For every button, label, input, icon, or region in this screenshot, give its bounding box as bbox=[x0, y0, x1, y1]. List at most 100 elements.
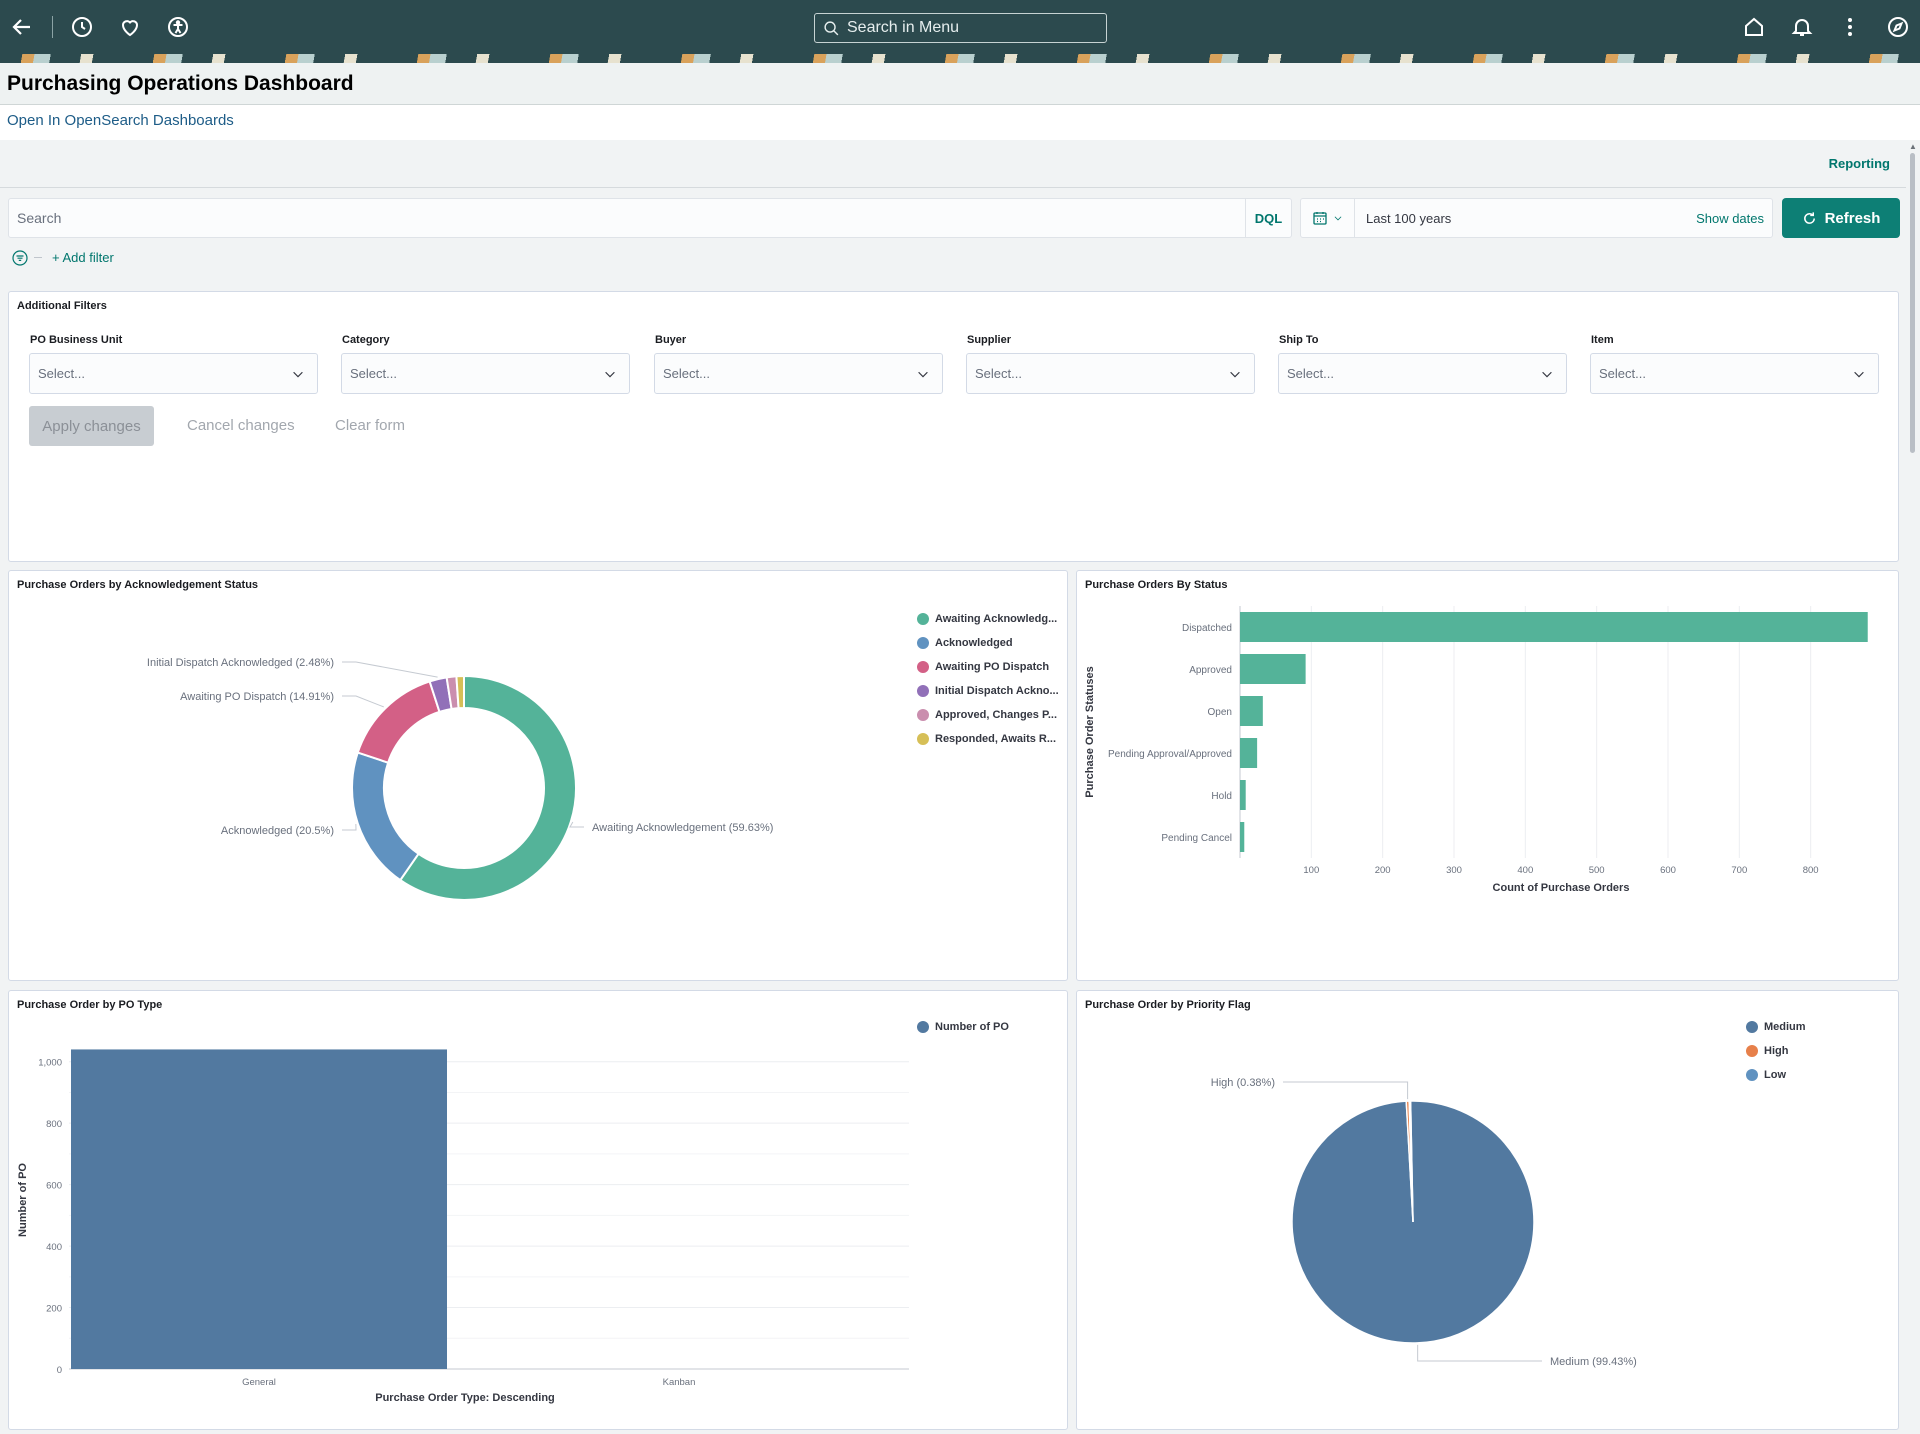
ship-to-select[interactable]: Select... bbox=[1278, 353, 1567, 394]
legend-item[interactable]: High bbox=[1746, 1039, 1806, 1063]
dql-button[interactable]: DQL bbox=[1245, 199, 1291, 237]
legend-item[interactable]: Approved, Changes P... bbox=[917, 703, 1059, 727]
x-tick-label: 800 bbox=[1803, 865, 1819, 876]
select-placeholder: Select... bbox=[663, 366, 710, 381]
y-axis-title: Number of PO bbox=[17, 1163, 29, 1237]
x-tick-label: 500 bbox=[1589, 865, 1605, 876]
legend-item[interactable]: Medium bbox=[1746, 1015, 1806, 1039]
quick-date-menu-button[interactable] bbox=[1301, 199, 1355, 237]
filter-label-category: Category bbox=[342, 334, 390, 346]
slice-label: Initial Dispatch Acknowledged (2.48%) bbox=[147, 657, 334, 669]
page-title: Purchasing Operations Dashboard bbox=[7, 72, 354, 95]
x-tick-label: 400 bbox=[1517, 865, 1533, 876]
clear-form-button[interactable]: Clear form bbox=[335, 417, 405, 434]
legend-item[interactable]: Low bbox=[1746, 1063, 1806, 1087]
po-type-bar-chart: 0 200 400 600 800 1,000 General Kanban Purchase … bbox=[17, 1049, 909, 1404]
y-tick-label: Dispatched bbox=[1182, 623, 1232, 634]
bar bbox=[1240, 822, 1245, 852]
more-icon[interactable] bbox=[1836, 13, 1864, 41]
legend-label: Awaiting PO Dispatch bbox=[935, 661, 1050, 673]
legend-swatch bbox=[917, 637, 929, 649]
legend-item[interactable]: Acknowledged bbox=[917, 631, 1059, 655]
slice-label: Awaiting Acknowledgement (59.63%) bbox=[592, 822, 773, 834]
po-status-bar-chart: 100 200 300 400 500 600 700 800 Dispatched Approv… bbox=[1084, 606, 1868, 894]
legend-item[interactable]: Responded, Awaits R... bbox=[917, 727, 1059, 751]
select-placeholder: Select... bbox=[975, 366, 1022, 381]
slice-leader-line bbox=[1417, 1344, 1542, 1362]
filter-separator bbox=[34, 257, 42, 258]
legend-item[interactable]: Initial Dispatch Ackno... bbox=[917, 679, 1059, 703]
priority-flag-panel: Purchase Order by Priority Flag Medium (… bbox=[1076, 990, 1899, 1430]
filter-label-supplier: Supplier bbox=[967, 334, 1012, 346]
y-tick-label: 800 bbox=[46, 1119, 62, 1130]
chevron-down-icon bbox=[1230, 371, 1240, 378]
date-range-text[interactable]: Last 100 years bbox=[1366, 211, 1451, 226]
po-type-panel: Purchase Order by PO Type 0 200 400 600 800 1… bbox=[8, 990, 1068, 1430]
x-tick-label: 100 bbox=[1303, 865, 1319, 876]
home-icon[interactable] bbox=[1740, 13, 1768, 41]
show-dates-link[interactable]: Show dates bbox=[1696, 211, 1764, 226]
menu-search-input[interactable]: Search in Menu bbox=[814, 13, 1107, 43]
legend-label: Low bbox=[1764, 1069, 1786, 1081]
favorite-icon[interactable] bbox=[116, 13, 144, 41]
history-icon[interactable] bbox=[68, 13, 96, 41]
calendar-icon bbox=[1313, 212, 1327, 225]
scrollbar-thumb[interactable] bbox=[1910, 153, 1915, 453]
y-tick-label: Approved bbox=[1189, 665, 1232, 676]
slice-label: High (0.38%) bbox=[1211, 1077, 1275, 1089]
legend-item[interactable]: Number of PO bbox=[917, 1015, 1009, 1039]
reporting-link[interactable]: Reporting bbox=[1829, 156, 1890, 171]
legend-swatch bbox=[917, 709, 929, 721]
refresh-button[interactable]: Refresh bbox=[1782, 198, 1900, 238]
bar bbox=[1240, 654, 1306, 684]
item-select[interactable]: Select... bbox=[1590, 353, 1879, 394]
po-business-unit-select[interactable]: Select... bbox=[29, 353, 318, 394]
po-status-panel: Purchase Orders By Status 100 200 300 400 50… bbox=[1076, 570, 1899, 981]
dashboard-search-input[interactable] bbox=[9, 199, 1249, 237]
y-tick-label: 600 bbox=[46, 1181, 62, 1192]
legend-label: Medium bbox=[1764, 1021, 1806, 1033]
filter-label-item: Item bbox=[1591, 334, 1614, 346]
legend-label: Acknowledged bbox=[935, 637, 1013, 649]
add-filter-button[interactable]: + Add filter bbox=[52, 250, 114, 265]
x-tick-label: 700 bbox=[1731, 865, 1747, 876]
legend-swatch bbox=[1746, 1069, 1758, 1081]
refresh-label: Refresh bbox=[1824, 209, 1881, 227]
additional-filters-panel: Additional Filters PO Business Unit Sele… bbox=[8, 291, 1899, 562]
select-placeholder: Select... bbox=[1287, 366, 1334, 381]
refresh-icon bbox=[1803, 211, 1815, 224]
scroll-up-icon[interactable]: ▲ bbox=[1909, 142, 1917, 151]
banner-artwork bbox=[0, 54, 1920, 63]
ack-status-legend: Awaiting Acknowledg... Acknowledged Awaiti… bbox=[917, 607, 1059, 751]
y-tick-label: Pending Approval/Approved bbox=[1108, 749, 1232, 760]
open-in-opensearch-link[interactable]: Open In OpenSearch Dashboards bbox=[7, 112, 234, 129]
y-tick-label: 200 bbox=[46, 1304, 62, 1315]
navigator-icon[interactable] bbox=[1884, 13, 1912, 41]
x-tick-label: 200 bbox=[1375, 865, 1391, 876]
page-title-bar: Purchasing Operations Dashboard bbox=[0, 63, 1920, 105]
donut-slice bbox=[356, 680, 441, 764]
slice-leader-line bbox=[342, 824, 357, 831]
cancel-changes-button[interactable]: Cancel changes bbox=[187, 417, 295, 434]
legend-label: Awaiting Acknowledg... bbox=[935, 613, 1058, 625]
back-icon[interactable] bbox=[8, 13, 36, 41]
notification-icon[interactable] bbox=[1788, 13, 1816, 41]
legend-label: Number of PO bbox=[935, 1021, 1009, 1033]
bar bbox=[1240, 780, 1246, 810]
y-tick-label: 0 bbox=[57, 1365, 62, 1376]
buyer-select[interactable]: Select... bbox=[654, 353, 943, 394]
legend-item[interactable]: Awaiting Acknowledg... bbox=[917, 607, 1059, 631]
chevron-down-icon bbox=[1334, 216, 1342, 221]
filter-options-icon[interactable] bbox=[12, 250, 28, 266]
category-select[interactable]: Select... bbox=[341, 353, 630, 394]
supplier-select[interactable]: Select... bbox=[966, 353, 1255, 394]
slice-label: Acknowledged (20.5%) bbox=[221, 825, 334, 837]
y-tick-label: 400 bbox=[46, 1242, 62, 1253]
legend-item[interactable]: Awaiting PO Dispatch bbox=[917, 655, 1059, 679]
ack-status-donut-chart: Awaiting Acknowledgement (59.63%) Acknowl… bbox=[147, 657, 773, 901]
accessibility-icon[interactable] bbox=[164, 13, 192, 41]
apply-changes-button[interactable]: Apply changes bbox=[29, 406, 154, 446]
ack-status-panel: Purchase Orders by Acknowledgement Statu… bbox=[8, 570, 1068, 981]
search-icon bbox=[824, 20, 839, 35]
filter-label-po-business-unit: PO Business Unit bbox=[30, 334, 123, 346]
